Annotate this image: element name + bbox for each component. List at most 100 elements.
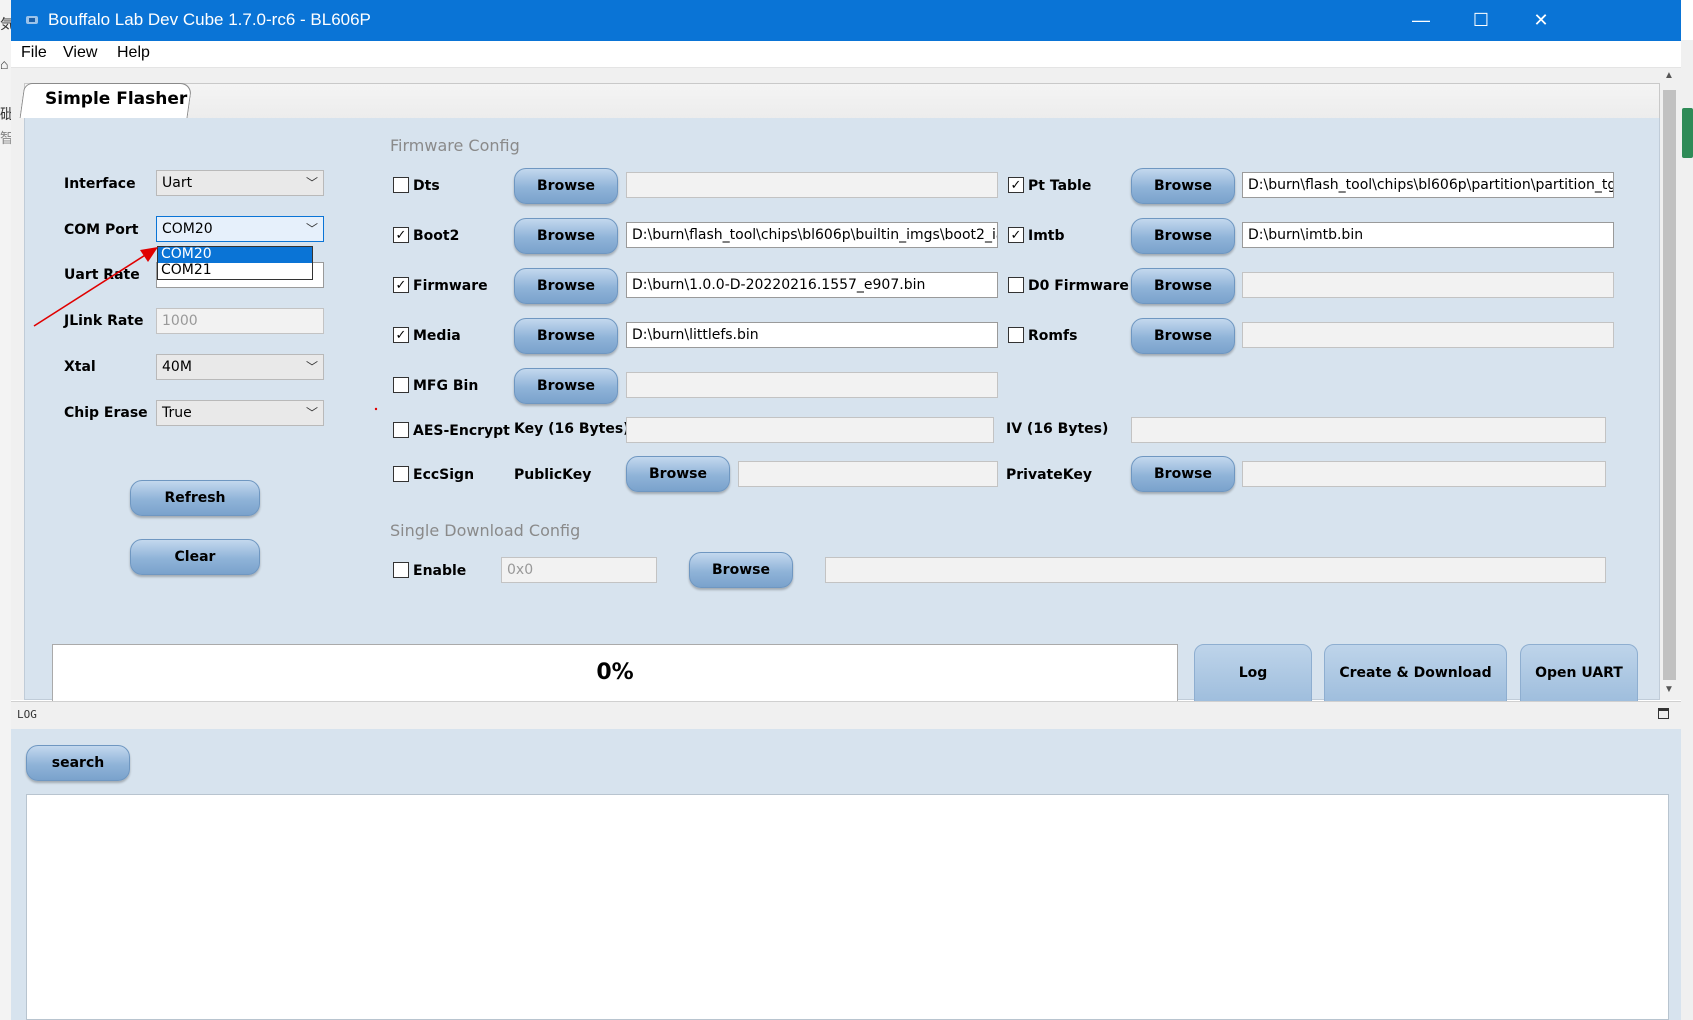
com-option-com20[interactable]: COM20 [158,247,312,263]
chevron-down-icon: ﹀ [305,176,318,190]
single-download-path-input[interactable] [825,557,1606,583]
app-icon [26,16,38,24]
scrollbar-thumb[interactable] [1663,90,1676,680]
enable-checkbox[interactable] [393,562,409,578]
romfs-checkbox[interactable] [1008,327,1024,343]
menu-help[interactable]: Help [117,44,150,62]
create-download-button[interactable]: Create & Download [1324,644,1507,702]
dts-path-input[interactable] [626,172,998,198]
single-download-address-input[interactable]: 0x0 [501,557,657,583]
scroll-up-icon[interactable]: ▲ [1664,70,1674,81]
media-path-input[interactable]: D:\burn\littlefs.bin [626,322,998,348]
xtal-select[interactable]: 40M ﹀ [156,354,324,380]
com-port-select[interactable]: COM20 ﹀ [156,216,324,242]
boot2-label: Boot2 [413,228,460,244]
firmware-checkbox[interactable]: ✓ [393,277,409,293]
uart-rate-label: Uart Rate [64,267,140,283]
xtal-value: 40M [162,359,192,375]
d0-firmware-path-input[interactable] [1242,272,1614,298]
mfg-bin-checkbox[interactable] [393,377,409,393]
single-download-browse-button[interactable]: Browse [689,552,793,588]
public-key-browse-button[interactable]: Browse [626,456,730,492]
enable-label: Enable [413,563,467,579]
tab-simple-flasher-label: Simple Flasher [45,89,188,109]
pt-table-path-input[interactable]: D:\burn\flash_tool\chips\bl606p\partitio… [1242,172,1614,198]
romfs-browse-button[interactable]: Browse [1131,318,1235,354]
romfs-label: Romfs [1028,328,1078,344]
imtb-label: Imtb [1028,228,1065,244]
com-port-label: COM Port [64,222,139,238]
pt-table-browse-button[interactable]: Browse [1131,168,1235,204]
aes-encrypt-checkbox[interactable] [393,422,409,438]
com-option-com21[interactable]: COM21 [158,263,312,279]
xtal-label: Xtal [64,359,96,375]
private-key-label: PrivateKey [1006,467,1092,483]
progress-bar: 0% [52,644,1178,702]
imtb-path-input[interactable]: D:\burn\imtb.bin [1242,222,1614,248]
firmware-config-title: Firmware Config [390,136,520,155]
key-label: Key (16 Bytes) [514,421,630,437]
jlink-rate-label: JLink Rate [64,313,144,329]
boot2-browse-button[interactable]: Browse [514,218,618,254]
main-scrollbar[interactable]: ▲ ▼ [1660,68,1679,700]
romfs-path-input[interactable] [1242,322,1614,348]
media-checkbox[interactable]: ✓ [393,327,409,343]
private-key-input[interactable] [1242,461,1606,487]
iv-label: IV (16 Bytes) [1006,421,1109,437]
refresh-button[interactable]: Refresh [130,480,260,516]
maximize-log-icon[interactable] [1658,708,1669,719]
window-title: Bouffalo Lab Dev Cube 1.7.0-rc6 - BL606P [48,10,371,29]
eccsign-checkbox[interactable] [393,466,409,482]
chevron-down-icon: ﹀ [305,222,318,236]
log-title: LOG [17,708,37,721]
jlink-rate-input[interactable]: 1000 [156,308,324,334]
dts-checkbox[interactable] [393,177,409,193]
menu-view[interactable]: View [63,44,97,62]
mfg-bin-path-input[interactable] [626,372,998,398]
mfg-bin-label: MFG Bin [413,378,479,394]
scroll-down-icon[interactable]: ▼ [1664,684,1674,695]
single-download-title: Single Download Config [390,521,581,540]
boot2-checkbox[interactable]: ✓ [393,227,409,243]
search-button[interactable]: search [26,745,130,781]
public-key-label: PublicKey [514,467,592,483]
chevron-down-icon: ﹀ [305,406,318,420]
aes-iv-input[interactable] [1131,417,1606,443]
pt-table-label: Pt Table [1028,178,1092,194]
private-key-browse-button[interactable]: Browse [1131,456,1235,492]
dts-browse-button[interactable]: Browse [514,168,618,204]
title-bar: Bouffalo Lab Dev Cube 1.7.0-rc6 - BL606P… [11,0,1681,41]
log-button[interactable]: Log [1194,644,1312,702]
d0-firmware-browse-button[interactable]: Browse [1131,268,1235,304]
interface-label: Interface [64,176,136,192]
log-header: LOG [11,701,1681,729]
eccsign-label: EccSign [413,467,475,483]
pt-table-checkbox[interactable]: ✓ [1008,177,1024,193]
chevron-down-icon: ﹀ [305,360,318,374]
firmware-label: Firmware [413,278,488,294]
firmware-browse-button[interactable]: Browse [514,268,618,304]
media-browse-button[interactable]: Browse [514,318,618,354]
minimize-button[interactable]: — [1391,0,1451,41]
d0-firmware-checkbox[interactable] [1008,277,1024,293]
boot2-path-input[interactable]: D:\burn\flash_tool\chips\bl606p\builtin_… [626,222,998,248]
firmware-path-input[interactable]: D:\burn\1.0.0-D-20220216.1557_e907.bin [626,272,998,298]
imtb-checkbox[interactable]: ✓ [1008,227,1024,243]
open-uart-button[interactable]: Open UART [1520,644,1638,702]
menu-file[interactable]: File [21,44,47,62]
interface-select[interactable]: Uart ﹀ [156,170,324,196]
log-output[interactable] [26,794,1669,1020]
chip-erase-value: True [162,405,192,421]
maximize-button[interactable]: ☐ [1451,0,1511,41]
close-button[interactable]: ✕ [1511,0,1571,41]
aes-key-input[interactable] [626,417,994,443]
imtb-browse-button[interactable]: Browse [1131,218,1235,254]
public-key-input[interactable] [738,461,998,487]
clear-button[interactable]: Clear [130,539,260,575]
interface-value: Uart [162,175,193,191]
mfg-bin-browse-button[interactable]: Browse [514,368,618,404]
chip-erase-select[interactable]: True ﹀ [156,400,324,426]
background-window-left: 気 ⌂ 砒 智 [0,0,14,1020]
com-port-dropdown[interactable]: COM20 COM21 [157,246,313,280]
background-accent [1682,108,1693,158]
